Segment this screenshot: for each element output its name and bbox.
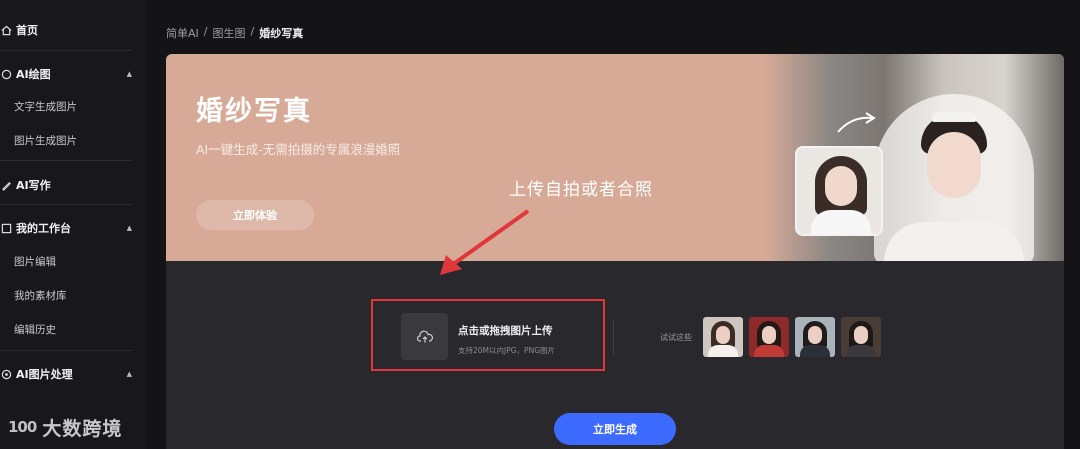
banner-subtitle: AI一键生成-无需拍摄的专属浪漫婚照	[196, 142, 401, 157]
annotation-arrow-icon	[440, 209, 530, 275]
sidebar-section-label: 我的工作台	[16, 222, 71, 235]
chevron-up-icon: ▲	[126, 224, 132, 232]
sidebar-item-home[interactable]: 首页	[0, 22, 132, 38]
annotation-callout: 上传自拍或者合照	[509, 180, 653, 200]
divider	[0, 350, 132, 351]
sidebar-section-label: AI绘图	[16, 68, 51, 81]
watermark: 100 大数跨境	[0, 412, 146, 442]
upload-dropzone[interactable]: 点击或拖拽图片上传 支持20M以内JPG，PNG图片	[371, 299, 605, 371]
image-process-icon	[0, 368, 12, 380]
sidebar-section-ai-image[interactable]: AI图片处理 ▲	[0, 366, 132, 382]
banner-title: 婚纱写真	[196, 96, 312, 127]
sidebar-item-image-edit[interactable]: 图片编辑	[14, 254, 56, 269]
sample-image-3[interactable]	[795, 317, 835, 357]
watermark-logo: 100	[8, 418, 37, 436]
sidebar-item-ai-write[interactable]: AI写作	[0, 177, 132, 193]
breadcrumb-current: 婚纱写真	[259, 27, 304, 40]
divider	[0, 160, 132, 161]
sidebar-item-label: AI写作	[16, 179, 51, 192]
workspace-icon	[0, 222, 12, 234]
sidebar-item-material-library[interactable]: 我的素材库	[14, 288, 67, 303]
app-window: 首页 AI绘图 ▲ 文字生成图片 图片生成图片 AI写作 我的工作台 ▲ 图片编…	[0, 0, 1080, 449]
home-icon	[0, 24, 12, 36]
divider	[0, 204, 132, 205]
sidebar-item-label: 首页	[16, 24, 38, 37]
hero-banner: 婚纱写真 AI一键生成-无需拍摄的专属浪漫婚照 立即体验 上传自拍或者合照	[166, 54, 1064, 261]
sample-image-4[interactable]	[841, 317, 881, 357]
divider	[613, 319, 614, 355]
breadcrumb-separator: /	[250, 25, 255, 38]
selfie-thumbnail	[795, 146, 883, 236]
sample-image-1[interactable]	[703, 317, 743, 357]
generate-button[interactable]: 立即生成	[554, 413, 676, 445]
pen-icon	[0, 179, 12, 191]
sidebar-item-text-to-image[interactable]: 文字生成图片	[14, 99, 77, 114]
sidebar-section-label: AI图片处理	[16, 368, 73, 381]
watermark-text: 大数跨境	[42, 417, 123, 440]
breadcrumb-separator: /	[203, 25, 208, 38]
chevron-up-icon: ▲	[126, 70, 132, 78]
breadcrumb-item[interactable]: 图生图	[213, 25, 246, 41]
sidebar-item-image-to-image[interactable]: 图片生成图片	[14, 133, 77, 148]
upload-title: 点击或拖拽图片上传	[458, 325, 553, 337]
sidebar-section-ai-draw[interactable]: AI绘图 ▲	[0, 66, 132, 82]
sidebar-item-edit-history[interactable]: 编辑历史	[14, 322, 56, 337]
sample-image-2[interactable]	[749, 317, 789, 357]
curved-arrow-icon	[837, 112, 876, 133]
try-now-button[interactable]: 立即体验	[196, 200, 314, 230]
upload-panel: 点击或拖拽图片上传 支持20M以内JPG，PNG图片 试试这些 立即生成	[166, 261, 1064, 449]
divider	[0, 50, 132, 51]
brush-icon	[0, 68, 12, 80]
sidebar-section-workspace[interactable]: 我的工作台 ▲	[0, 220, 132, 236]
breadcrumb-item[interactable]: 简单AI	[166, 25, 199, 41]
chevron-up-icon: ▲	[126, 370, 132, 378]
samples-label: 试试这些	[660, 333, 692, 342]
breadcrumb: 简单AI / 图生图 / 婚纱写真	[166, 25, 303, 41]
upload-icon	[401, 313, 448, 360]
sidebar: 首页 AI绘图 ▲ 文字生成图片 图片生成图片 AI写作 我的工作台 ▲ 图片编…	[0, 0, 146, 449]
upload-hint: 支持20M以内JPG，PNG图片	[458, 346, 556, 355]
